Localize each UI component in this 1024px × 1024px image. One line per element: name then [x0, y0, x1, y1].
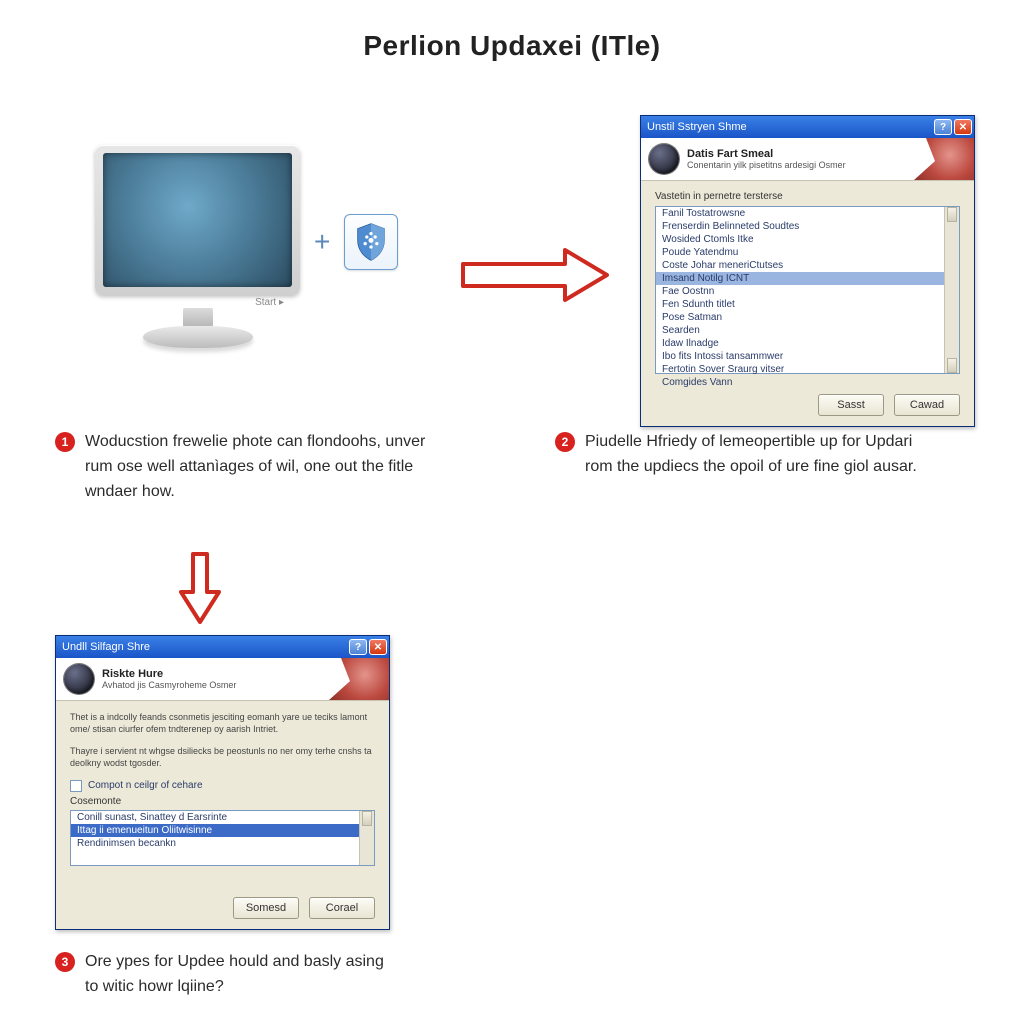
ok-button[interactable]: Somesd — [233, 897, 299, 919]
cancel-button[interactable]: Cawad — [894, 394, 960, 416]
list-item[interactable]: Rendinimsen becankn — [71, 837, 374, 850]
arrow-right-icon — [455, 240, 615, 310]
step-badge: 1 — [55, 432, 75, 452]
step-2-text: Piudelle Hfriedy of lemeopertible up for… — [585, 430, 935, 480]
step-1: 1 Woducstion frewelie phote can flondooh… — [55, 430, 435, 504]
list-item[interactable]: Fertotin Sover Sraurg vitser — [656, 363, 959, 376]
dialog-a-heading: Datis Fart Smeal — [687, 148, 846, 160]
header-splash-decor — [914, 138, 974, 180]
list-item-selected[interactable]: Ittag ii emenueitun Oliitwisinne — [71, 824, 374, 837]
arrow-down-icon — [175, 548, 225, 628]
dialog-b-subheading: Avhatod jis Casmyroheme Osmer — [102, 680, 236, 690]
dialog-update-detail: Undll Silfagn Shre ? ✕ Riskte Hure Avhat… — [55, 635, 390, 930]
dialog-b-heading: Riskte Hure — [102, 668, 236, 680]
monitor-label: Start ▸ — [95, 295, 300, 308]
comments-label: Cosemonte — [70, 796, 375, 807]
list-item[interactable]: Fae Oostnn — [656, 285, 959, 298]
list-item[interactable]: Coste Johar meneriCtutses — [656, 259, 959, 272]
step-badge: 2 — [555, 432, 575, 452]
close-icon[interactable]: ✕ — [369, 639, 387, 655]
cancel-button[interactable]: Corael — [309, 897, 375, 919]
checkbox-icon[interactable] — [70, 780, 82, 792]
list-item[interactable]: Searden — [656, 324, 959, 337]
step-2: 2 Piudelle Hfriedy of lemeopertible up f… — [555, 430, 935, 480]
close-icon[interactable]: ✕ — [954, 119, 972, 135]
step-1-text: Woducstion frewelie phote can flondoohs,… — [85, 430, 435, 504]
shield-icon — [344, 214, 398, 270]
dialog-a-title: Unstil Sstryen Shme — [647, 121, 932, 133]
list-item[interactable]: Idaw Ilnadge — [656, 337, 959, 350]
comments-listbox[interactable]: Conill sunast, Sinattey d Earsrinte Itta… — [70, 810, 375, 866]
app-orb-icon — [649, 144, 679, 174]
list-item[interactable]: Fanil Tostatrowsne — [656, 207, 959, 220]
list-item[interactable]: Fen Sdunth titlet — [656, 298, 959, 311]
dialog-a-subheading: Conentarin yilk pisetitns ardesigi Osmer — [687, 160, 846, 170]
list-item-selected[interactable]: Imsand Notilg ICNT — [656, 272, 959, 285]
scrollbar[interactable] — [359, 811, 374, 865]
step-3-text: Ore ypes for Updee hould and basly asing… — [85, 950, 395, 1000]
dialog-b-paragraph: Thayre i servient nt whgse dsiliecks be … — [70, 745, 375, 769]
minimize-icon[interactable]: ? — [934, 119, 952, 135]
list-item[interactable]: Conill sunast, Sinattey d Earsrinte — [71, 811, 374, 824]
list-item[interactable]: Poude Yatendmu — [656, 246, 959, 259]
list-item[interactable]: Wosided Ctomls Itke — [656, 233, 959, 246]
header-splash-decor — [329, 658, 389, 700]
list-section-label: Vastetin in pernetre tersterse — [655, 191, 960, 202]
list-item[interactable]: Pose Satman — [656, 311, 959, 324]
plus-icon: + — [314, 226, 330, 258]
page-title: Perlion Updaxei (ITle) — [0, 0, 1024, 80]
dialog-update-list: Unstil Sstryen Shme ? ✕ Datis Fart Smeal… — [640, 115, 975, 427]
app-orb-icon — [64, 664, 94, 694]
minimize-icon[interactable]: ? — [349, 639, 367, 655]
list-item[interactable]: Comgides Vann — [656, 376, 959, 389]
consent-checkbox[interactable]: Compot n ceilgr of cehare — [70, 780, 375, 792]
ok-button[interactable]: Sasst — [818, 394, 884, 416]
list-item[interactable]: Frenserdin Belinneted Soudtes — [656, 220, 959, 233]
list-item[interactable]: Ibo fits Intossi tansammwer — [656, 350, 959, 363]
checkbox-label: Compot n ceilgr of cehare — [88, 780, 203, 791]
dialog-b-paragraph: Thet is a indcolly feands csonmetis jesc… — [70, 711, 375, 735]
update-listbox[interactable]: Fanil Tostatrowsne Frenserdin Belinneted… — [655, 206, 960, 374]
dialog-b-title: Undll Silfagn Shre — [62, 641, 347, 653]
step-3: 3 Ore ypes for Updee hould and basly asi… — [55, 950, 395, 1000]
scrollbar[interactable] — [944, 207, 959, 373]
step-badge: 3 — [55, 952, 75, 972]
monitor-illustration: Start ▸ + — [95, 145, 398, 348]
